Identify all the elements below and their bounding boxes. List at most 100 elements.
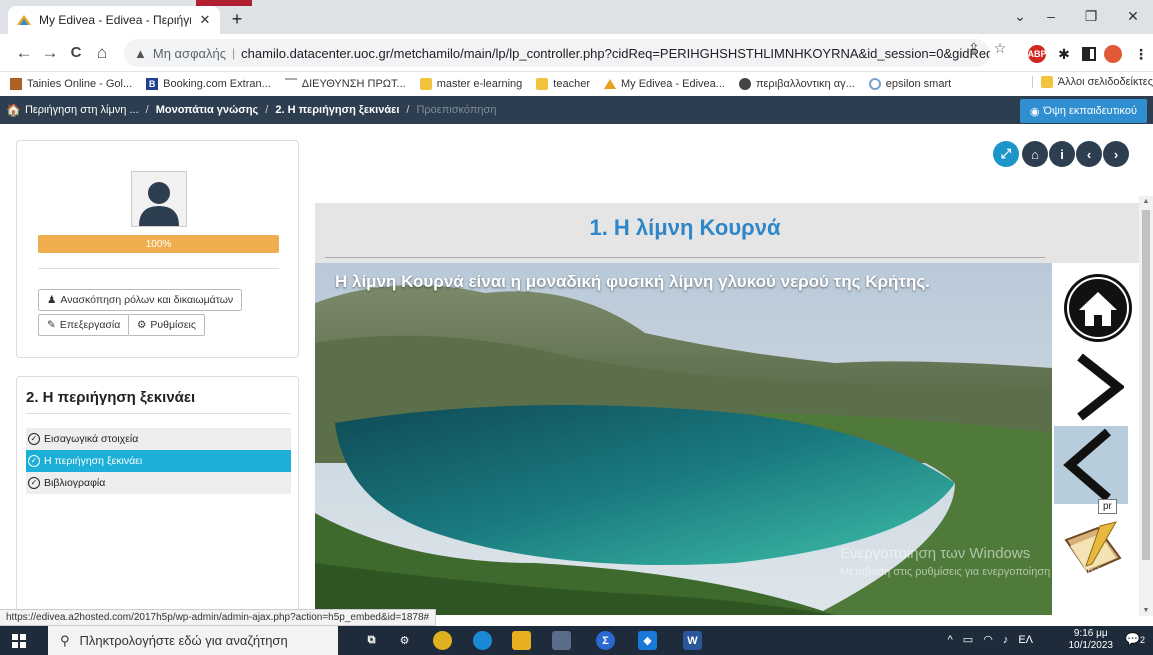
sidepanel-icon[interactable] bbox=[1080, 45, 1098, 63]
bookmark-label: epsilon smart bbox=[885, 78, 952, 90]
other-bookmarks[interactable]: Άλλοι σελιδοδείκτες bbox=[1031, 76, 1153, 88]
network-icon[interactable]: ▭ bbox=[963, 633, 973, 646]
tab-close-icon[interactable]: ✕ bbox=[198, 12, 212, 28]
progress-bar: 100% bbox=[38, 235, 279, 253]
dropbox-icon[interactable]: ◆ bbox=[638, 631, 657, 650]
toc-item-bibliography[interactable]: ✓ Βιβλιογραφία bbox=[26, 472, 291, 494]
word-icon[interactable]: W bbox=[683, 631, 702, 650]
close-window-button[interactable]: ✕ bbox=[1116, 8, 1150, 25]
paint-icon[interactable] bbox=[552, 631, 571, 650]
settings-gear-icon[interactable]: ⚙ bbox=[395, 631, 414, 650]
security-label[interactable]: Μη ασφαλής bbox=[153, 46, 226, 61]
film-icon bbox=[10, 78, 22, 90]
prev-icon[interactable]: ‹ bbox=[1076, 141, 1102, 167]
chrome-icon[interactable] bbox=[433, 631, 452, 650]
breadcrumb-separator: / bbox=[265, 104, 269, 116]
toc-title: 2. Η περιήγηση ξεκινάει bbox=[26, 389, 196, 406]
task-view-icon[interactable]: ⧉ bbox=[362, 631, 381, 650]
bookmark-item[interactable]: B Booking.com Extran... bbox=[146, 78, 271, 90]
home-icon[interactable]: ⌂ bbox=[1022, 141, 1048, 167]
profile-card: 100% ♟ Ανασκόπηση ρόλων και δικαιωμάτων … bbox=[16, 140, 299, 358]
breadcrumb-item[interactable]: 2. Η περιήγηση ξεκινάει bbox=[275, 104, 399, 116]
browser-menu-icon[interactable]: ⋮ bbox=[1132, 45, 1150, 63]
bookmark-item[interactable]: περιβαλλοντικη αγ... bbox=[738, 78, 855, 90]
notifications-icon[interactable]: 💬2 bbox=[1125, 632, 1145, 646]
bookmark-item[interactable]: epsilon smart bbox=[868, 78, 952, 90]
volume-icon[interactable]: ♪ bbox=[1003, 634, 1009, 646]
minimize-button[interactable]: – bbox=[1034, 8, 1068, 24]
breadcrumb-separator: / bbox=[145, 104, 149, 116]
globe-icon bbox=[738, 78, 751, 90]
folder-icon bbox=[419, 78, 432, 90]
notebook-pencil-icon[interactable] bbox=[1058, 518, 1128, 591]
tab-search-icon[interactable]: ⌄ bbox=[1003, 8, 1037, 25]
address-bar[interactable]: ▲ Μη ασφαλής | chamilo.datacenter.uoc.gr… bbox=[124, 39, 990, 67]
toc-item-label: Η περιήγηση ξεκινάει bbox=[44, 455, 143, 467]
file-explorer-icon[interactable] bbox=[512, 631, 531, 650]
clock[interactable]: 9:16 μμ 10/1/2023 bbox=[1069, 628, 1114, 652]
wifi-icon[interactable]: ◠ bbox=[983, 633, 993, 646]
bookmark-star-icon[interactable]: ☆ bbox=[994, 40, 1007, 57]
teacher-view-button[interactable]: ◉ Όψη εκπαιδευτικού bbox=[1019, 99, 1147, 123]
browser-toolbar: ← → C ⌂ ▲ Μη ασφαλής | chamilo.datacente… bbox=[0, 34, 1153, 72]
windows-taskbar: ⚲ Πληκτρολογήστε εδώ για αναζήτηση ⧉ ⚙ Σ… bbox=[0, 626, 1153, 655]
taskbar-search-placeholder: Πληκτρολογήστε εδώ για αναζήτηση bbox=[79, 633, 288, 648]
browser-tab-active[interactable]: My Edivea - Edivea - Περιήγηση ✕ bbox=[8, 6, 220, 34]
taskbar-search[interactable]: ⚲ Πληκτρολογήστε εδώ για αναζήτηση bbox=[48, 626, 338, 655]
prev-arrow-icon[interactable] bbox=[1054, 426, 1128, 504]
bookmark-item[interactable]: teacher bbox=[536, 78, 590, 90]
scroll-up-icon[interactable]: ▲ bbox=[1139, 198, 1153, 205]
toc-item-tour[interactable]: ✓ Η περιήγηση ξεκινάει bbox=[26, 450, 291, 472]
content-frame: 1. Η λίμνη Κουρνά Η λίμνη Κουρνά είναι η… bbox=[315, 203, 1139, 615]
restore-button[interactable]: ❐ bbox=[1074, 8, 1108, 25]
edit-button[interactable]: ✎ Επεξεργασία bbox=[38, 314, 130, 336]
teacher-view-label: Όψη εκπαιδευτικού bbox=[1043, 105, 1137, 117]
table-of-contents: 2. Η περιήγηση ξεκινάει ✓ Εισαγωγικά στο… bbox=[16, 376, 299, 616]
share-icon[interactable]: ⇪ bbox=[968, 40, 980, 57]
bookmark-item[interactable]: Tainies Online - Gol... bbox=[10, 78, 132, 90]
new-tab-button[interactable]: + bbox=[226, 8, 248, 30]
next-arrow-icon[interactable] bbox=[1074, 353, 1126, 424]
home-icon[interactable] bbox=[1063, 273, 1133, 346]
reload-button[interactable]: C bbox=[66, 43, 86, 63]
bookmark-item[interactable]: master e-learning bbox=[419, 78, 523, 90]
avatar bbox=[131, 171, 187, 227]
show-hidden-icons-icon[interactable]: ^ bbox=[948, 634, 953, 646]
roles-review-button[interactable]: ♟ Ανασκόπηση ρόλων και δικαιωμάτων bbox=[38, 289, 243, 311]
next-icon[interactable]: › bbox=[1103, 141, 1129, 167]
abp-icon[interactable]: ABP bbox=[1028, 45, 1047, 63]
url-text[interactable]: chamilo.datacenter.uoc.gr/metchamilo/mai… bbox=[241, 46, 990, 61]
edge-icon[interactable] bbox=[473, 631, 492, 650]
toc-item-intro[interactable]: ✓ Εισαγωγικά στοιχεία bbox=[26, 428, 291, 450]
edivea-icon bbox=[604, 78, 616, 90]
profile-avatar[interactable] bbox=[1104, 45, 1122, 63]
breadcrumb-item[interactable]: Μονοπάτια γνώσης bbox=[156, 104, 259, 116]
home-button[interactable]: ⌂ bbox=[92, 43, 112, 63]
bookmark-item[interactable]: ΔΙΕΥΘΥΝΣΗ ΠΡΩΤ... bbox=[284, 78, 406, 90]
fullscreen-icon[interactable]: ⤢ bbox=[993, 141, 1019, 167]
home-icon[interactable]: 🏠 bbox=[6, 103, 21, 117]
scroll-down-icon[interactable]: ▼ bbox=[1139, 607, 1153, 614]
not-secure-warning-icon[interactable]: ▲ bbox=[134, 46, 147, 61]
bookmark-item[interactable]: My Edivea - Edivea... bbox=[604, 78, 725, 90]
breadcrumb-item[interactable]: Περιήγηση στη λίμνη ... bbox=[25, 104, 139, 116]
sigma-app-icon[interactable]: Σ bbox=[596, 631, 615, 650]
check-circle-icon: ✓ bbox=[28, 455, 40, 467]
bookmark-label: master e-learning bbox=[436, 78, 523, 90]
scrollbar-thumb[interactable] bbox=[1142, 210, 1150, 560]
check-circle-icon: ✓ bbox=[28, 477, 40, 489]
divider bbox=[38, 268, 279, 269]
start-button[interactable] bbox=[12, 634, 26, 648]
bookmark-label: My Edivea - Edivea... bbox=[621, 78, 725, 90]
back-button[interactable]: ← bbox=[14, 43, 34, 63]
forward-button[interactable]: → bbox=[40, 43, 60, 63]
windows-activation-title: Ενεργοποίηση των Windows bbox=[840, 545, 1031, 562]
toc-item-label: Εισαγωγικά στοιχεία bbox=[44, 433, 139, 445]
content-scrollbar[interactable]: ▲ ▼ bbox=[1139, 196, 1153, 616]
roles-review-label: Ανασκόπηση ρόλων και δικαιωμάτων bbox=[60, 294, 234, 306]
slide-side-nav bbox=[1052, 263, 1139, 615]
info-icon[interactable]: i bbox=[1049, 141, 1075, 167]
puzzle-icon[interactable]: ✱ bbox=[1055, 45, 1073, 63]
language-indicator[interactable]: ΕΛ bbox=[1018, 634, 1033, 646]
settings-button[interactable]: ⚙ Ρυθμίσεις bbox=[128, 314, 205, 336]
